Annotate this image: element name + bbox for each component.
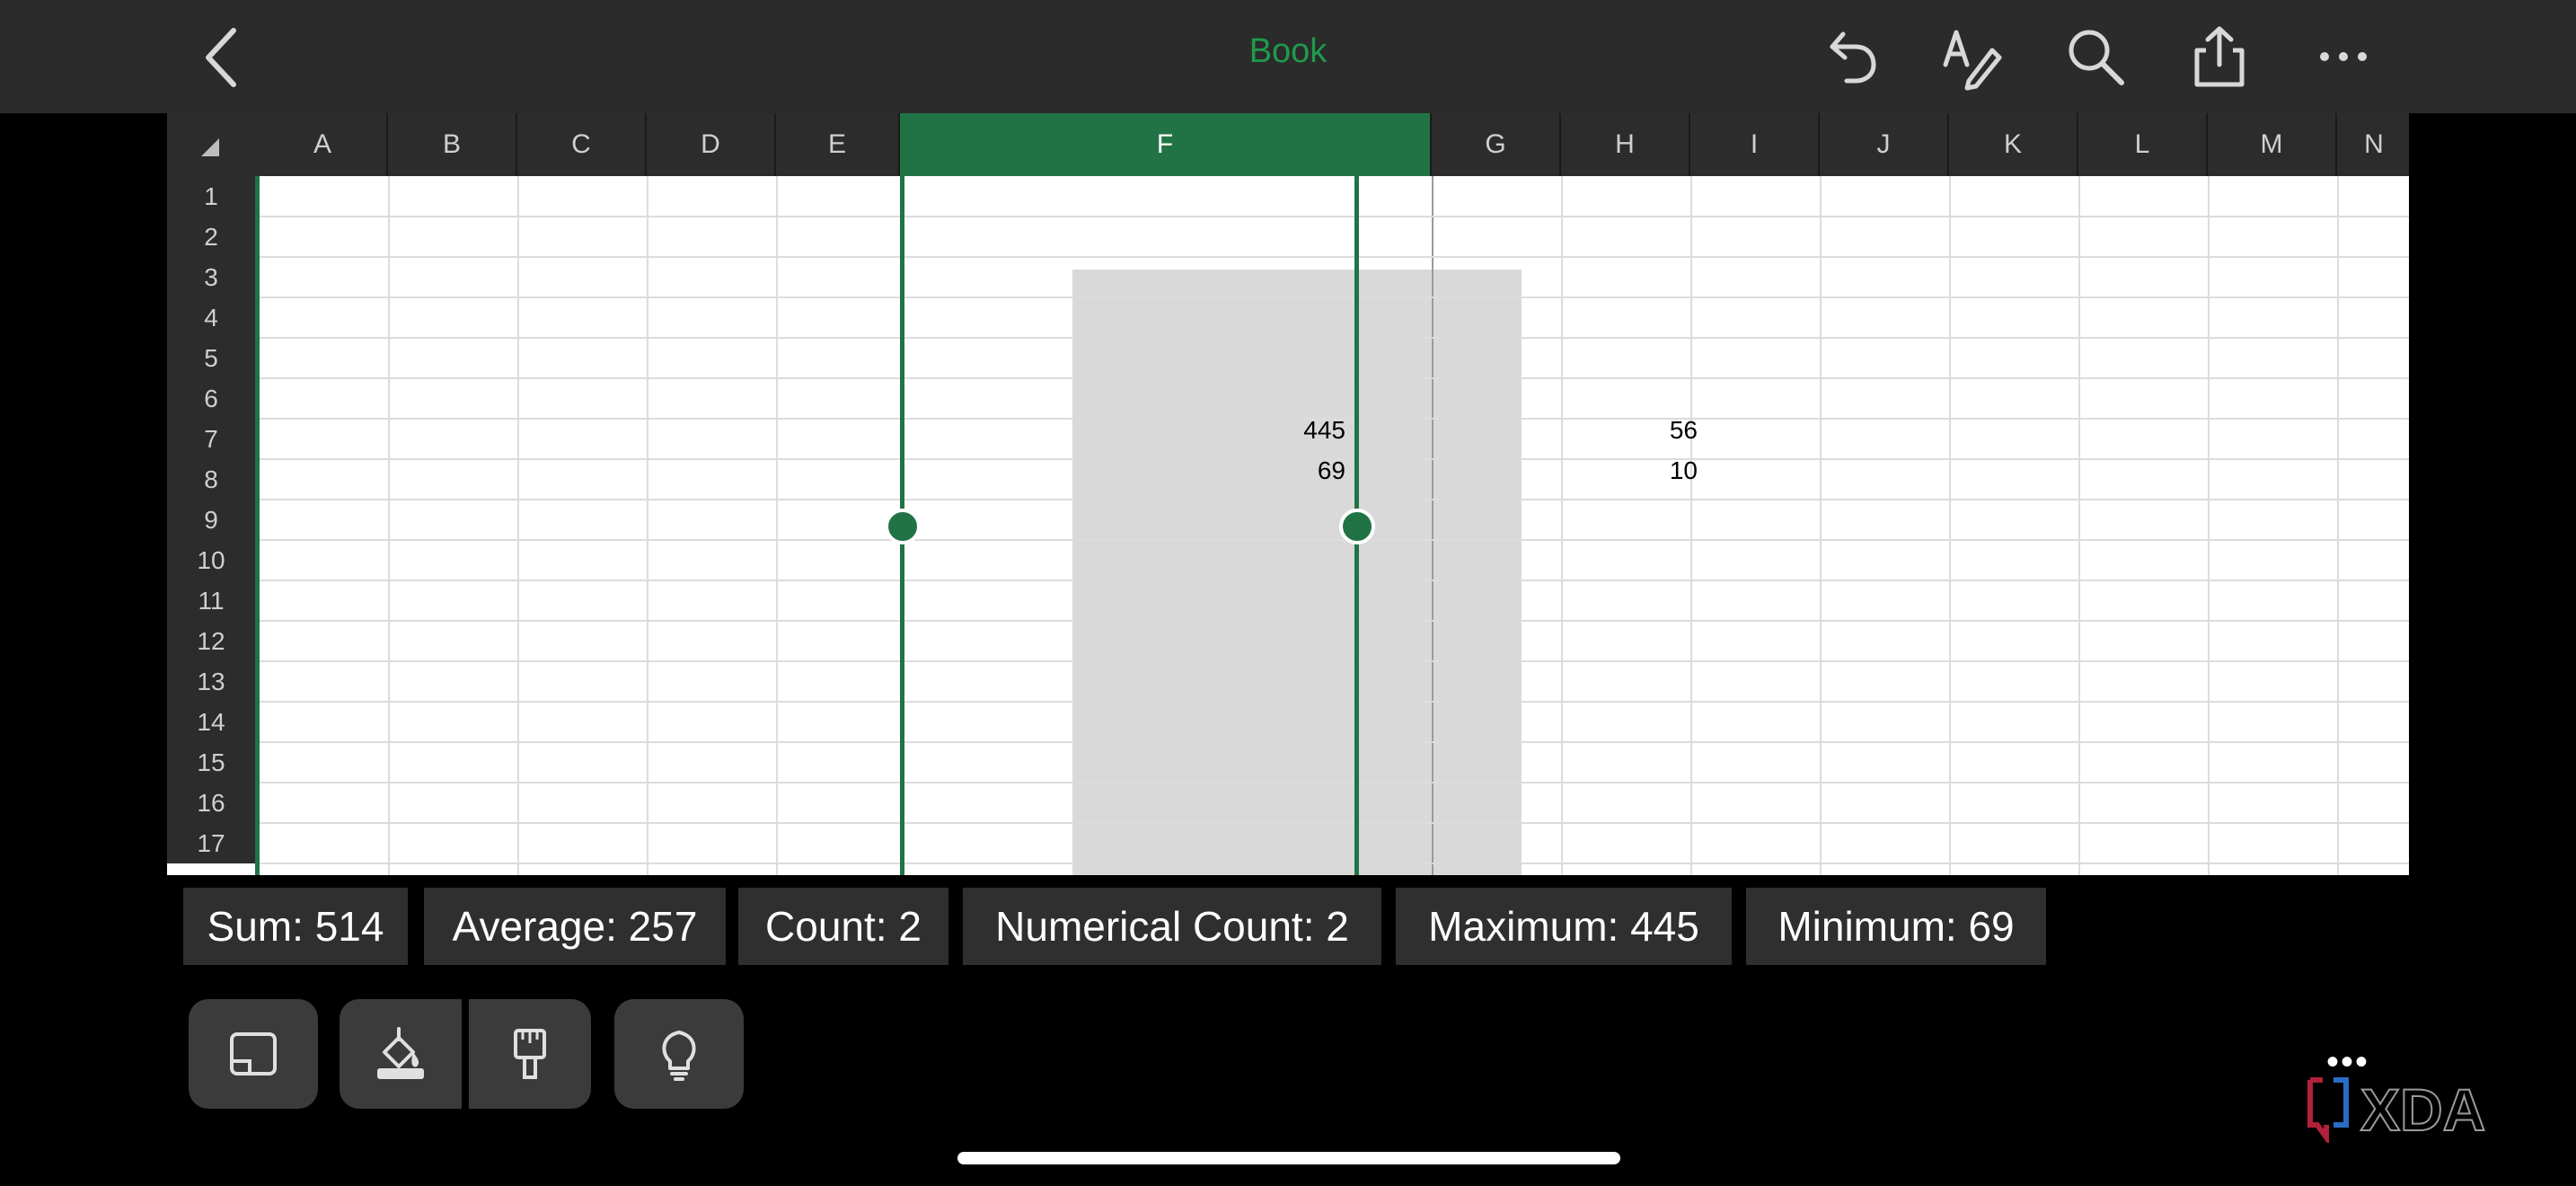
cell-H8[interactable]: 10 [1615, 450, 1703, 491]
column-header-l[interactable]: L [2078, 113, 2208, 176]
row-header-16[interactable]: 16 [167, 783, 255, 823]
grid-row-line [259, 499, 2409, 500]
ideas-button[interactable] [614, 999, 744, 1109]
cell-F8[interactable]: 69 [1263, 450, 1351, 491]
cell-H7[interactable]: 56 [1615, 410, 1703, 450]
count-chip[interactable]: Count: 2 [738, 888, 948, 965]
row-header-3[interactable]: 3 [167, 257, 255, 297]
grid-row-line [259, 863, 2409, 864]
grid-column-line [1949, 176, 1951, 875]
row-header-2[interactable]: 2 [167, 217, 255, 257]
grid-row-line [259, 296, 2409, 298]
row-header-1[interactable]: 1 [167, 176, 255, 217]
share-icon[interactable] [2184, 22, 2254, 92]
row-header-6[interactable]: 6 [167, 378, 255, 419]
grid-row-line [259, 822, 2409, 824]
row-header-13[interactable]: 13 [167, 661, 255, 702]
column-header-b[interactable]: B [388, 113, 517, 176]
fill-color-icon [377, 1027, 424, 1079]
grid-row-line [259, 701, 2409, 703]
row-header-7[interactable]: 7 [167, 419, 255, 459]
svg-text:XDA: XDA [2360, 1076, 2485, 1143]
column-header-h[interactable]: H [1561, 113, 1690, 176]
column-header-e[interactable]: E [776, 113, 900, 176]
grid-row-line [259, 580, 2409, 581]
selection-handle-left[interactable] [885, 509, 921, 544]
row-header-5[interactable]: 5 [167, 338, 255, 378]
row-header-8[interactable]: 8 [167, 459, 255, 500]
grid-column-line [388, 176, 390, 875]
search-icon[interactable] [2060, 22, 2130, 92]
grid-row-line [259, 782, 2409, 783]
row-header-11[interactable]: 11 [167, 580, 255, 621]
row-header-14[interactable]: 14 [167, 702, 255, 742]
average-chip[interactable]: Average: 257 [424, 888, 726, 965]
keyboard-icon [230, 1032, 277, 1075]
grid-column-line [2078, 176, 2080, 875]
row-header-15[interactable]: 15 [167, 742, 255, 783]
home-indicator[interactable] [957, 1152, 1620, 1164]
column-header-k[interactable]: K [1949, 113, 2078, 176]
more-icon[interactable] [2308, 22, 2378, 92]
minimum-chip[interactable]: Minimum: 69 [1746, 888, 2046, 965]
selected-range [1072, 270, 1522, 875]
grid-row-line [259, 256, 2409, 258]
column-header-m[interactable]: M [2208, 113, 2337, 176]
format-painter-button[interactable] [469, 999, 591, 1109]
grid-column-line [1561, 176, 1563, 875]
maximum-chip[interactable]: Maximum: 445 [1396, 888, 1732, 965]
row-header-9[interactable]: 9 [167, 500, 255, 540]
column-header-j[interactable]: J [1820, 113, 1949, 176]
xda-logo: XDA [2307, 1075, 2486, 1143]
spreadsheet-grid: ABCDEFGHIJKLMN 1 2 3 4 5 6 7 8 9 10 11 12 13 14 15 16 17… [167, 113, 2409, 875]
row-header-4[interactable]: 4 [167, 297, 255, 338]
grid-row-line [259, 377, 2409, 379]
grid-row-line [259, 660, 2409, 662]
keyboard-button[interactable] [189, 999, 318, 1109]
grid-row-line [259, 539, 2409, 541]
grid-row-line [259, 216, 2409, 217]
row-header-10[interactable]: 10 [167, 540, 255, 580]
grid-column-line [2337, 176, 2339, 875]
row-header-12[interactable]: 12 [167, 621, 255, 661]
grid-column-line [517, 176, 519, 875]
column-header-i[interactable]: I [1690, 113, 1820, 176]
format-painter-icon [514, 1029, 546, 1079]
column-header-n[interactable]: N [2337, 113, 2409, 176]
row-header-edge [255, 176, 260, 875]
grid-row-line [259, 741, 2409, 743]
grid-column-line [1432, 176, 1434, 875]
column-header-f[interactable]: F [900, 113, 1432, 176]
grid-column-line [1690, 176, 1692, 875]
grid-row-line [259, 337, 2409, 339]
grid-column-line [647, 176, 648, 875]
numerical-count-chip[interactable]: Numerical Count: 2 [963, 888, 1381, 965]
ideas-icon [662, 1031, 696, 1081]
grid-column-line [776, 176, 778, 875]
cell-grid[interactable] [259, 176, 2409, 875]
sum-chip[interactable]: Sum: 514 [183, 888, 408, 965]
cell-F7[interactable]: 445 [1263, 410, 1351, 450]
grid-column-line [1820, 176, 1822, 875]
fill-color-button[interactable] [340, 999, 462, 1109]
draw-icon[interactable] [1936, 22, 2007, 92]
column-header-g[interactable]: G [1432, 113, 1561, 176]
top-bar: Book [0, 0, 2576, 113]
column-header-d[interactable]: D [647, 113, 776, 176]
grid-column-line [2208, 176, 2210, 875]
column-header-c[interactable]: C [517, 113, 647, 176]
select-all-corner[interactable] [167, 113, 259, 176]
row-header-17[interactable]: 17 [167, 823, 255, 863]
grid-row-line [259, 620, 2409, 622]
column-header-a[interactable]: A [259, 113, 388, 176]
selection-handle-right[interactable] [1339, 509, 1375, 544]
undo-icon[interactable] [1816, 22, 1886, 92]
